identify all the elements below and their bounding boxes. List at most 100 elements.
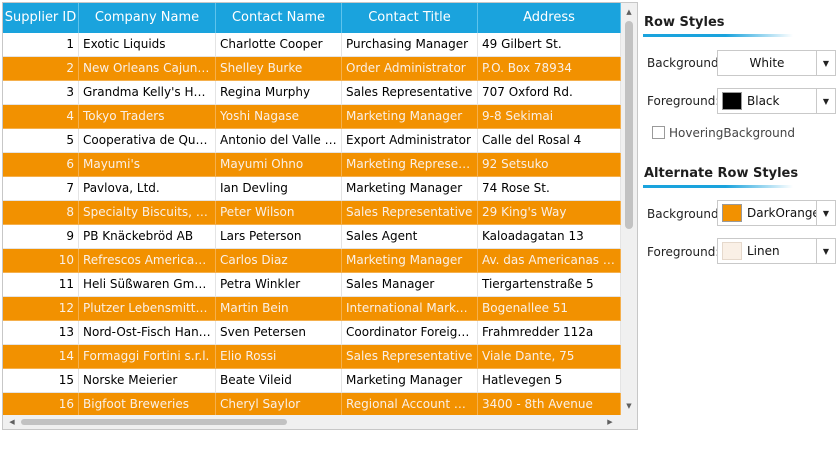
table-cell[interactable]: Order Administrator — [342, 57, 478, 81]
table-cell[interactable]: 6 — [3, 153, 79, 177]
table-cell[interactable]: Av. das Americanas 12.890 — [478, 249, 621, 273]
table-cell[interactable]: Bogenallee 51 — [478, 297, 621, 321]
table-cell[interactable]: 49 Gilbert St. — [478, 33, 621, 57]
arrow-right-icon[interactable]: ▶ — [603, 415, 617, 429]
table-row[interactable]: 13Nord-Ost-Fisch Handelsgesellschaft mbH… — [3, 321, 621, 345]
table-cell[interactable]: 13 — [3, 321, 79, 345]
table-cell[interactable]: Specialty Biscuits, Ltd. — [79, 201, 216, 225]
table-cell[interactable]: Sven Petersen — [216, 321, 342, 345]
table-cell[interactable]: Elio Rossi — [216, 345, 342, 369]
chevron-down-icon[interactable]: ▼ — [816, 239, 835, 263]
table-cell[interactable]: Tiergartenstraße 5 — [478, 273, 621, 297]
table-cell[interactable]: 9 — [3, 225, 79, 249]
table-cell[interactable]: Export Administrator — [342, 129, 478, 153]
table-row[interactable]: 15 Norske Meierier Beate Vileid Marketing M… — [3, 369, 621, 393]
table-cell[interactable]: 3 — [3, 81, 79, 105]
table-cell[interactable]: 7 — [3, 177, 79, 201]
hovering-background-label[interactable]: HoveringBackground — [669, 126, 795, 140]
alt-background-combo[interactable]: DarkOrange ▼ — [717, 200, 836, 226]
table-cell[interactable]: Exotic Liquids — [79, 33, 216, 57]
table-row[interactable]: 9 PB Knäckebröd AB Lars Peterson Sales Agen… — [3, 225, 621, 249]
table-row[interactable]: 8 Specialty Biscuits, Ltd. Peter Wilson Sal… — [3, 201, 621, 225]
chevron-down-icon[interactable]: ▼ — [816, 51, 835, 75]
vertical-scroll-thumb[interactable] — [625, 21, 633, 229]
horizontal-scrollbar[interactable]: ◀ ▶ — [3, 415, 621, 429]
arrow-down-icon[interactable]: ▼ — [621, 399, 637, 413]
column-header-supplier-id[interactable]: Supplier ID — [3, 3, 79, 33]
table-cell[interactable]: Cooperativa de Quesos 'Las Cabras' — [79, 129, 216, 153]
alt-foreground-combo[interactable]: Linen ▼ — [717, 238, 836, 264]
vertical-scrollbar[interactable]: ▲ ▼ — [621, 3, 637, 415]
column-header-company-name[interactable]: Company Name — [79, 3, 216, 33]
table-cell[interactable]: Bigfoot Breweries — [79, 393, 216, 415]
table-cell[interactable]: 10 — [3, 249, 79, 273]
table-cell[interactable]: 29 King's Way — [478, 201, 621, 225]
table-cell[interactable]: Mayumi's — [79, 153, 216, 177]
table-row[interactable]: 1 Exotic Liquids Charlotte Cooper Purchasin… — [3, 33, 621, 57]
table-cell[interactable]: Shelley Burke — [216, 57, 342, 81]
table-cell[interactable]: Martin Bein — [216, 297, 342, 321]
table-cell[interactable]: Antonio del Valle Saavedra — [216, 129, 342, 153]
table-cell[interactable]: Marketing Manager — [342, 369, 478, 393]
hovering-background-checkbox[interactable] — [652, 126, 665, 139]
horizontal-scroll-thumb[interactable] — [21, 419, 287, 425]
table-cell[interactable]: New Orleans Cajun Delights — [79, 57, 216, 81]
table-cell[interactable]: Ian Devling — [216, 177, 342, 201]
table-cell[interactable]: 9-8 Sekimai — [478, 105, 621, 129]
table-cell[interactable]: P.O. Box 78934 — [478, 57, 621, 81]
table-cell[interactable]: Carlos Diaz — [216, 249, 342, 273]
table-row[interactable]: 7 Pavlova, Ltd. Ian Devling Marketing Manag… — [3, 177, 621, 201]
table-cell[interactable]: 1 — [3, 33, 79, 57]
table-cell[interactable]: Sales Representative — [342, 345, 478, 369]
table-cell[interactable]: Pavlova, Ltd. — [79, 177, 216, 201]
table-cell[interactable]: Heli Süßwaren GmbH & Co. KG — [79, 273, 216, 297]
table-cell[interactable]: Marketing Manager — [342, 105, 478, 129]
table-cell[interactable]: Frahmredder 112a — [478, 321, 621, 345]
column-header-address[interactable]: Address — [478, 3, 621, 33]
table-cell[interactable]: Plutzer Lebensmittelgroßmärkte AG — [79, 297, 216, 321]
table-cell[interactable]: Sales Representative — [342, 201, 478, 225]
arrow-up-icon[interactable]: ▲ — [621, 5, 637, 19]
table-row[interactable]: 2New Orleans Cajun DelightsShelley Burke… — [3, 57, 621, 81]
table-cell[interactable]: Refrescos Americanas LTDA — [79, 249, 216, 273]
table-cell[interactable]: Marketing Representative — [342, 153, 478, 177]
table-cell[interactable]: Lars Peterson — [216, 225, 342, 249]
column-header-contact-name[interactable]: Contact Name — [216, 3, 342, 33]
table-cell[interactable]: 8 — [3, 201, 79, 225]
table-cell[interactable]: Hatlevegen 5 — [478, 369, 621, 393]
table-cell[interactable]: Calle del Rosal 4 — [478, 129, 621, 153]
table-cell[interactable]: Cheryl Saylor — [216, 393, 342, 415]
table-cell[interactable]: 3400 - 8th Avenue — [478, 393, 621, 415]
table-cell[interactable]: 15 — [3, 369, 79, 393]
table-cell[interactable]: Beate Vileid — [216, 369, 342, 393]
table-cell[interactable]: Purchasing Manager — [342, 33, 478, 57]
table-row[interactable]: 16 Bigfoot Breweries Cheryl Saylor Regional… — [3, 393, 621, 415]
table-cell[interactable]: Formaggi Fortini s.r.l. — [79, 345, 216, 369]
table-cell[interactable]: 5 — [3, 129, 79, 153]
column-header-contact-title[interactable]: Contact Title — [342, 3, 478, 33]
row-foreground-combo[interactable]: Black ▼ — [717, 88, 836, 114]
table-row[interactable]: 4 Tokyo Traders Yoshi Nagase Marketing Mana… — [3, 105, 621, 129]
arrow-left-icon[interactable]: ◀ — [5, 415, 19, 429]
table-cell[interactable]: Peter Wilson — [216, 201, 342, 225]
table-cell[interactable]: Regina Murphy — [216, 81, 342, 105]
table-cell[interactable]: PB Knäckebröd AB — [79, 225, 216, 249]
table-cell[interactable]: 16 — [3, 393, 79, 415]
table-cell[interactable]: 2 — [3, 57, 79, 81]
table-cell[interactable]: Norske Meierier — [79, 369, 216, 393]
table-cell[interactable]: Mayumi Ohno — [216, 153, 342, 177]
table-row[interactable]: 10Refrescos Americanas LTDACarlos DiazMa… — [3, 249, 621, 273]
table-cell[interactable]: Marketing Manager — [342, 249, 478, 273]
table-cell[interactable]: 74 Rose St. — [478, 177, 621, 201]
table-cell[interactable]: Tokyo Traders — [79, 105, 216, 129]
table-cell[interactable]: 14 — [3, 345, 79, 369]
table-row[interactable]: 3Grandma Kelly's HomesteadRegina MurphyS… — [3, 81, 621, 105]
chevron-down-icon[interactable]: ▼ — [816, 89, 835, 113]
table-cell[interactable]: Regional Account Rep. — [342, 393, 478, 415]
table-cell[interactable]: Marketing Manager — [342, 177, 478, 201]
table-cell[interactable]: Coordinator Foreign Markets — [342, 321, 478, 345]
table-cell[interactable]: Charlotte Cooper — [216, 33, 342, 57]
table-row[interactable]: 5Cooperativa de Quesos 'Las Cabras'Anton… — [3, 129, 621, 153]
table-cell[interactable]: 707 Oxford Rd. — [478, 81, 621, 105]
table-cell[interactable]: Sales Agent — [342, 225, 478, 249]
